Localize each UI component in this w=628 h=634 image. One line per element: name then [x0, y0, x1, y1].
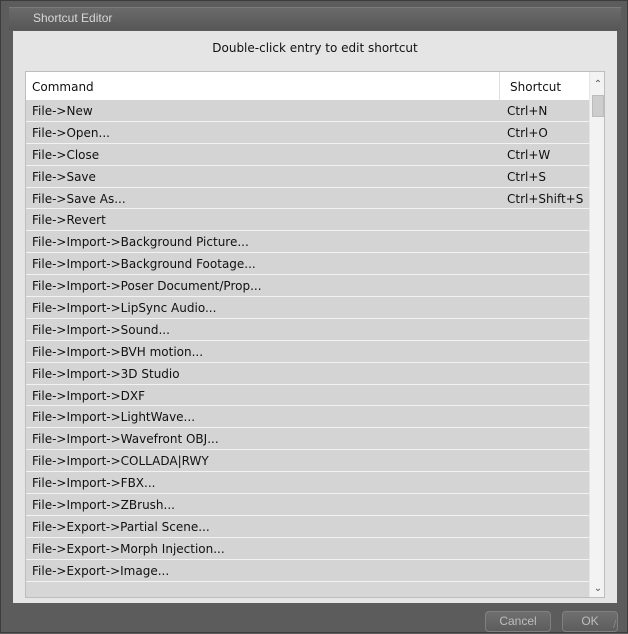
table-row[interactable]: File->Close Ctrl+W: [26, 143, 589, 166]
table-header: Command Shortcut: [26, 72, 604, 101]
shortcut-editor-window: Shortcut Editor Double-click entry to ed…: [0, 0, 628, 633]
table-row[interactable]: File->Import->Background Picture...: [26, 231, 589, 254]
column-header-command[interactable]: Command: [26, 72, 500, 100]
command-cell: File->Import->Background Footage...: [32, 257, 256, 272]
shortcut-cell: Ctrl+O: [507, 125, 548, 140]
table-row[interactable]: File->Revert: [26, 209, 589, 232]
command-cell: File->Open...: [32, 125, 110, 140]
command-cell: File->Save As...: [32, 191, 126, 206]
command-cell: File->Export->Partial Scene...: [32, 519, 210, 534]
command-cell: File->Import->Wavefront OBJ...: [32, 432, 219, 447]
scrollbar-thumb[interactable]: [592, 95, 604, 117]
command-cell: File->Close: [32, 147, 100, 162]
command-cell: File->Export->Image...: [32, 563, 170, 578]
table-row[interactable]: File->New Ctrl+N: [26, 100, 589, 122]
chevron-up-icon[interactable]: ⌃: [590, 76, 604, 93]
table-row[interactable]: File->Save As... Ctrl+Shift+S: [26, 187, 589, 210]
table-row[interactable]: File->Import->FBX...: [26, 472, 589, 495]
table-row[interactable]: File->Import->LipSync Audio...: [26, 297, 589, 319]
command-cell: File->Export->Morph Injection...: [32, 541, 225, 556]
cancel-button[interactable]: Cancel: [485, 611, 551, 632]
table-row[interactable]: File->Import->Wavefront OBJ...: [26, 428, 589, 451]
command-cell: File->Import->LightWave...: [32, 410, 196, 425]
command-cell: File->Import->Sound...: [32, 322, 170, 337]
command-cell: File->Import->BVH motion...: [32, 344, 204, 359]
command-cell: File->Import->DXF: [32, 388, 146, 403]
table-row[interactable]: File->Import->ZBrush...: [26, 494, 589, 516]
command-cell: File->Import->3D Studio: [32, 366, 180, 381]
instruction-text: Double-click entry to edit shortcut: [212, 41, 418, 55]
command-cell: File->Save: [32, 169, 96, 184]
table-row[interactable]: File->Import->3D Studio: [26, 362, 589, 385]
shortcut-cell: Ctrl+N: [507, 104, 548, 118]
table-row[interactable]: File->Save Ctrl+S: [26, 165, 589, 188]
command-cell: File->Revert: [32, 213, 106, 228]
column-header-shortcut[interactable]: Shortcut: [500, 72, 596, 100]
vertical-scrollbar[interactable]: ⌃ ⌄: [589, 72, 604, 597]
command-cell: File->Import->Poser Document/Prop...: [32, 279, 262, 294]
table-row[interactable]: File->Export->Partial Scene...: [26, 515, 589, 538]
shortcut-cell: Ctrl+Shift+S: [507, 191, 584, 206]
table-row[interactable]: File->Import->DXF: [26, 384, 589, 407]
dialog-content: Double-click entry to edit shortcut Comm…: [13, 31, 617, 603]
table-row[interactable]: File->Open... Ctrl+O: [26, 121, 589, 144]
table-row[interactable]: File->Import->COLLADA|RWY: [26, 450, 589, 473]
chevron-down-icon[interactable]: ⌄: [590, 580, 604, 597]
command-cell: File->Import->COLLADA|RWY: [32, 454, 209, 469]
shortcut-cell: Ctrl+W: [507, 147, 551, 162]
command-cell: File->Import->FBX...: [32, 476, 156, 491]
table-row[interactable]: File->Import->Background Footage...: [26, 253, 589, 276]
table-row[interactable]: File->Import->BVH motion...: [26, 340, 589, 363]
command-cell: File->Import->LipSync Audio...: [32, 301, 217, 316]
title-bar[interactable]: Shortcut Editor: [9, 7, 621, 30]
window-title: Shortcut Editor: [33, 11, 113, 25]
shortcut-table: Command Shortcut File->New Ctrl+N File->Op…: [25, 71, 605, 598]
table-row[interactable]: File->Export->Morph Injection...: [26, 537, 589, 560]
table-row[interactable]: File->Import->Sound...: [26, 318, 589, 341]
table-row[interactable]: File->Export->Image...: [26, 559, 589, 582]
ok-button[interactable]: OK: [562, 611, 618, 632]
command-cell: File->Import->Background Picture...: [32, 235, 249, 250]
table-row[interactable]: File->Import->Poser Document/Prop...: [26, 275, 589, 298]
table-body: File->New Ctrl+N File->Open... Ctrl+O File->…: [26, 100, 589, 582]
table-row[interactable]: File->Import->LightWave...: [26, 406, 589, 429]
command-cell: File->Import->ZBrush...: [32, 498, 175, 513]
shortcut-cell: Ctrl+S: [507, 169, 547, 184]
command-cell: File->New: [32, 104, 93, 118]
resize-grip-icon[interactable]: ∕: [613, 619, 625, 631]
dialog-footer: Cancel OK ∕: [1, 605, 628, 634]
